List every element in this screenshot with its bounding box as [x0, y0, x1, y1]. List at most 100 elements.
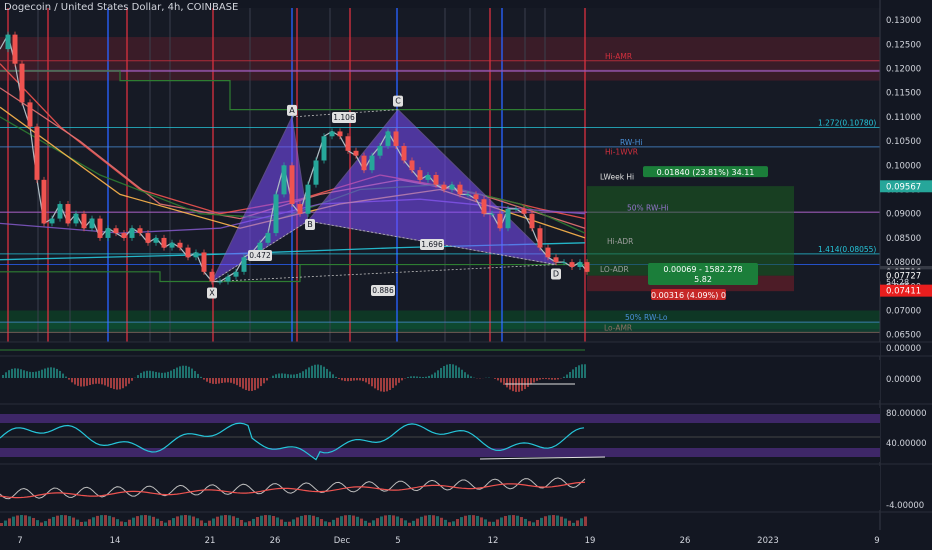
candle-body [113, 228, 119, 234]
candle-body [41, 179, 47, 224]
volume-bar [172, 518, 175, 526]
candle-body [521, 208, 527, 214]
volume-bar [104, 515, 107, 526]
volume-bar [516, 515, 519, 526]
momentum-pane [0, 466, 880, 510]
support-band-2 [0, 322, 880, 333]
candle-body [553, 257, 559, 263]
volume-bar [416, 518, 419, 526]
candle-body [105, 228, 111, 238]
candle-body [489, 213, 495, 215]
volume-bar [332, 519, 335, 526]
y-tick-label: 0.07000 [886, 307, 921, 317]
volume-bar [168, 520, 171, 526]
candle-body [409, 160, 415, 171]
candle-body [569, 262, 575, 267]
candle-body [377, 145, 383, 156]
volume-bar [60, 515, 63, 526]
candle-body [313, 160, 319, 185]
candle-body [73, 213, 79, 224]
countdown-label: 54:28 [886, 278, 909, 287]
candle-body [369, 155, 375, 171]
candle-body [584, 262, 590, 272]
volume-bar [440, 517, 443, 526]
volume-bar [492, 521, 495, 526]
level-label-5: Hi-ADR [607, 237, 633, 246]
candle-body [89, 218, 95, 229]
volume-bar [540, 517, 543, 526]
x-tick-label: 7 [17, 536, 22, 546]
level-label-0: 1.272(0.10780) [818, 119, 876, 128]
y-tick-label: 0.06500 [886, 331, 921, 341]
candle-body [121, 233, 127, 238]
volume-bar [296, 517, 299, 526]
candle-body [337, 131, 343, 137]
volume-bar [552, 515, 555, 526]
volume-bar [8, 518, 11, 526]
volume-bar [444, 519, 447, 526]
volume-bar [348, 515, 351, 526]
candle-body [97, 218, 103, 238]
x-tick-label: Dec [334, 536, 351, 546]
pattern-point-label: C [395, 97, 401, 106]
volume-bar [580, 518, 583, 526]
volume-bar [524, 518, 527, 526]
volume-bar [352, 515, 355, 526]
volume-bar [576, 520, 579, 526]
candle-body [34, 126, 40, 180]
indicator-tick-label: 40.00000 [886, 439, 927, 449]
volume-bar [116, 519, 119, 526]
volume-bar [52, 516, 55, 526]
volume-bar [280, 519, 283, 526]
volume-bar [304, 515, 307, 526]
chart-canvas[interactable]: X A B C D 0.472 1.106 1.696 0.886 1.272(0.10780) R… [0, 0, 932, 550]
volume-bar [4, 520, 7, 526]
volume-bar [228, 515, 231, 526]
profit-zone [587, 186, 794, 276]
candle-body [12, 34, 18, 64]
level-label-4: 50% RW-Hi [627, 203, 669, 212]
volume-bar [460, 517, 463, 526]
price-tag-0: 0.09567 [886, 182, 921, 192]
candle-body [273, 194, 279, 234]
volume-bar [220, 515, 223, 526]
candle-body [441, 184, 447, 190]
y-tick-label: 0.12000 [886, 65, 921, 75]
volume-bar [396, 516, 399, 526]
x-tick-label: 2023 [757, 536, 779, 546]
price-tag-3: 0.07411 [886, 287, 921, 297]
candle-body [457, 184, 463, 195]
pattern-point-label: X [209, 288, 215, 297]
stop-label: 0.00316 (4.09%) 0 [651, 289, 726, 300]
oversold-band [0, 448, 880, 457]
volume-bar [40, 522, 43, 526]
pattern-point-label: D [553, 270, 559, 279]
candle-body [577, 262, 583, 267]
candle-body [169, 242, 175, 248]
candle-body [233, 271, 239, 277]
volume-bar [568, 520, 571, 526]
level-label-7: LO-ADR [600, 265, 629, 274]
volume-bar [204, 522, 207, 526]
candle-body [49, 218, 55, 224]
level-label-1: RW-Hi [620, 138, 642, 147]
candle-body [129, 228, 135, 238]
volume-bar [248, 521, 251, 526]
volume-bar [260, 515, 263, 526]
candle-body [305, 184, 311, 214]
volume-bar [496, 519, 499, 526]
candle-body [81, 213, 87, 229]
volume-bar [184, 515, 187, 526]
volume-bar [484, 519, 487, 526]
volume-bar [292, 519, 295, 526]
candle-body [513, 208, 519, 210]
x-tick-label: 9 [874, 536, 879, 546]
volume-bar [192, 516, 195, 526]
candle-body [321, 136, 327, 161]
volume-bar [156, 518, 159, 526]
volume-bar [308, 515, 311, 526]
volume-bar [544, 516, 547, 526]
candle-body [185, 247, 191, 258]
mini-pane [0, 342, 880, 356]
candle-body [545, 247, 551, 258]
